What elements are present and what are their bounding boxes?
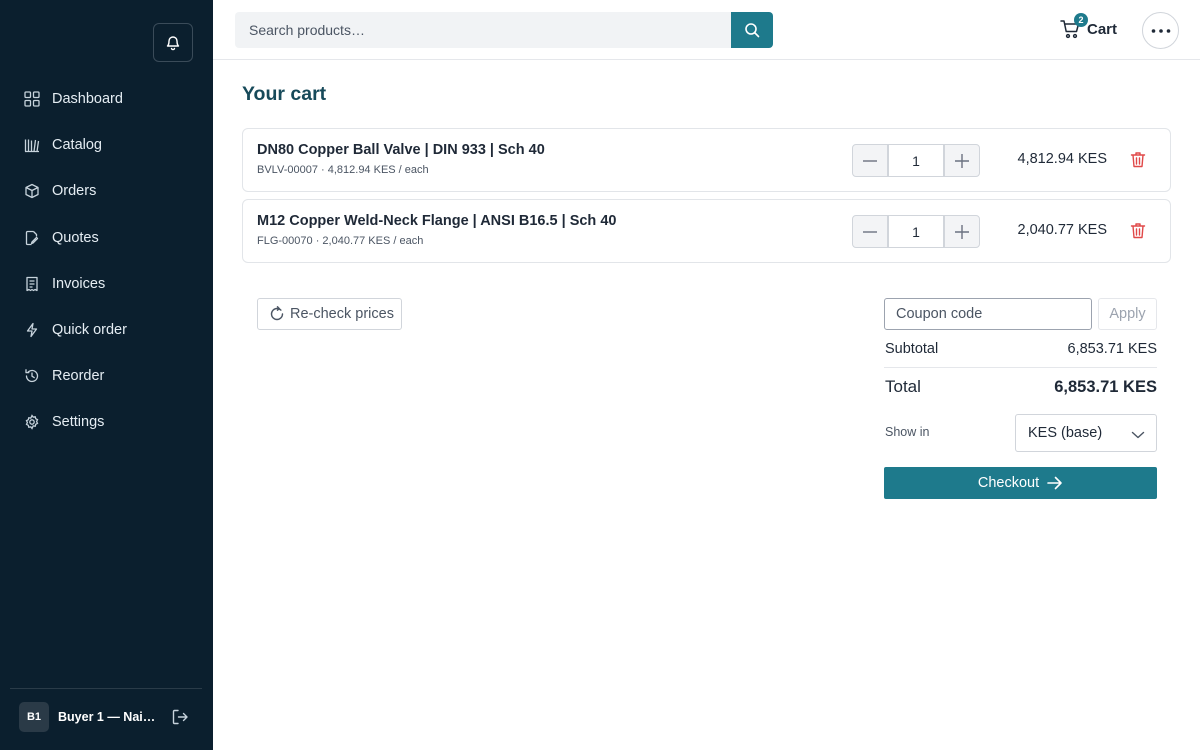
total-label: Total [885,377,921,396]
apply-coupon-button[interactable]: Apply [1098,298,1157,330]
notifications-button[interactable] [153,23,193,62]
sidebar-item-settings[interactable]: Settings [0,399,213,445]
remove-item-trash-icon[interactable] [1130,151,1148,169]
recheck-prices-button[interactable]: Re-check prices [257,298,402,330]
increase-qty-button[interactable] [944,215,980,248]
minus-icon [863,230,877,233]
search-button[interactable] [731,12,773,48]
user-panel: B1 Buyer 1 — Nairobi [10,688,202,750]
currency-select[interactable]: KES (base) [1015,414,1157,452]
cart-button[interactable]: 2 Cart [1060,13,1118,41]
more-dots-icon [1151,28,1171,33]
show-in-label: Show in [885,425,930,439]
sidebar-item-label: Quotes [52,229,99,246]
coupon-code-input[interactable] [884,298,1092,330]
bell-icon [165,34,181,51]
checkout-label: Checkout [977,475,1040,491]
checkout-button[interactable]: Checkout [884,467,1157,499]
logout-icon[interactable] [171,708,189,726]
box-icon [23,182,41,200]
sidebar-item-quotes[interactable]: Quotes [0,215,213,261]
item-title[interactable]: M12 Copper Weld-Neck Flange | ANSI B16.5… [257,213,616,229]
plus-icon [955,153,969,168]
currency-selected-value: KES (base) [1028,425,1103,441]
quantity-field[interactable]: 1 [888,144,944,177]
page-title: Your cart [242,83,327,105]
avatar[interactable]: B1 [19,702,49,732]
item-title[interactable]: DN80 Copper Ball Valve | DIN 933 | Sch 4… [257,142,545,158]
decrease-qty-button[interactable] [852,144,888,177]
document-pen-icon [23,229,41,247]
history-icon [23,367,41,385]
increase-qty-button[interactable] [944,144,980,177]
books-icon [23,136,41,154]
arrow-right-icon [1047,476,1063,490]
search-icon [744,22,760,38]
total-value: 6,853.71 KES [1054,378,1157,396]
cart-label: Cart [1087,20,1118,38]
summary-divider [884,367,1157,368]
refresh-icon [269,306,285,322]
sidebar-item-quick-order[interactable]: Quick order [0,307,213,353]
quantity-stepper: 1 [852,144,980,177]
recheck-prices-label: Re-check prices [290,306,394,322]
item-sku-price: FLG-00070 · 2,040.77 KES / each [257,235,424,247]
subtotal-value: 6,853.71 KES [1067,341,1158,357]
more-options-button[interactable] [1142,12,1179,49]
chevron-down-icon [1131,428,1145,439]
sidebar-item-reorder[interactable]: Reorder [0,353,213,399]
plus-icon [955,224,969,239]
sidebar-nav: Dashboard Catalog Orders Quotes Invoices [0,76,213,446]
gear-icon [23,413,41,431]
top-bar: 2 Cart [213,0,1200,60]
sidebar-item-label: Settings [52,414,105,431]
grid-icon [23,90,41,108]
sidebar: Dashboard Catalog Orders Quotes Invoices [0,0,213,750]
cart-item: DN80 Copper Ball Valve | DIN 933 | Sch 4… [242,128,1171,192]
quantity-stepper: 1 [852,215,980,248]
cart-count-badge: 2 [1074,13,1088,27]
minus-icon [863,159,877,162]
sidebar-item-label: Orders [52,183,97,200]
sidebar-item-dashboard[interactable]: Dashboard [0,76,213,122]
sidebar-item-label: Catalog [52,137,102,154]
cart-item: M12 Copper Weld-Neck Flange | ANSI B16.5… [242,199,1171,263]
sidebar-item-invoices[interactable]: Invoices [0,261,213,307]
item-line-total: 2,040.77 KES [1017,222,1108,238]
user-name: Buyer 1 — Nairobi [58,710,158,724]
sidebar-item-label: Invoices [52,275,106,292]
remove-item-trash-icon[interactable] [1130,222,1148,240]
lightning-icon [23,321,41,339]
sidebar-item-label: Quick order [52,322,127,339]
item-line-total: 4,812.94 KES [1017,151,1108,167]
sidebar-item-catalog[interactable]: Catalog [0,122,213,168]
decrease-qty-button[interactable] [852,215,888,248]
sidebar-item-orders[interactable]: Orders [0,168,213,214]
search-input[interactable] [235,12,731,48]
subtotal-label: Subtotal [885,341,939,357]
quantity-field[interactable]: 1 [888,215,944,248]
receipt-icon [23,275,41,293]
item-sku-price: BVLV-00007 · 4,812.94 KES / each [257,164,429,176]
sidebar-item-label: Dashboard [52,91,123,108]
sidebar-item-label: Reorder [52,368,105,385]
